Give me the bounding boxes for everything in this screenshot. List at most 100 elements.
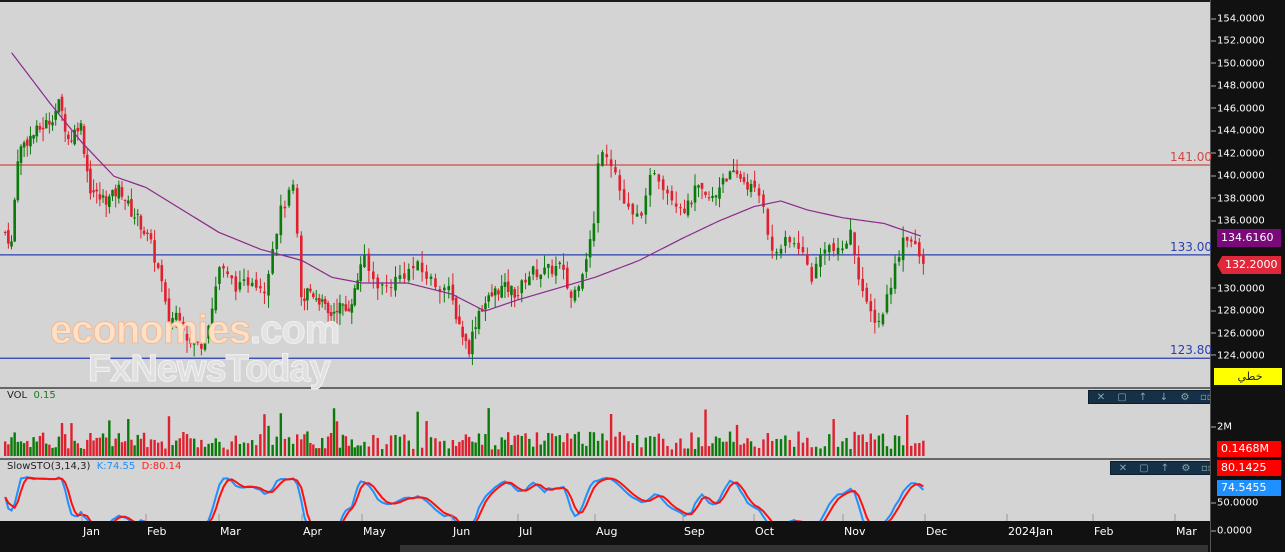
volume-bar bbox=[114, 438, 117, 456]
price-axis[interactable]: 154.0000 152.0000 150.0000 148.0000 146.0000… bbox=[1210, 0, 1285, 552]
volume-bar bbox=[520, 435, 523, 456]
chart-type-button[interactable]: خطي bbox=[1214, 368, 1282, 385]
volume-tick: 2M bbox=[1211, 422, 1232, 433]
volume-bar bbox=[762, 439, 765, 456]
candle bbox=[160, 259, 164, 292]
candle bbox=[493, 286, 497, 308]
volume-bar bbox=[35, 441, 38, 456]
candle bbox=[801, 236, 805, 256]
candle bbox=[510, 285, 513, 307]
candle-body bbox=[797, 242, 800, 249]
candle-body bbox=[704, 191, 707, 195]
candle bbox=[385, 274, 388, 293]
candle bbox=[841, 240, 844, 254]
candle-body bbox=[461, 326, 464, 338]
candle bbox=[275, 233, 279, 257]
candle-body bbox=[670, 190, 674, 201]
volume-bar bbox=[95, 437, 98, 456]
volume-bar bbox=[614, 436, 617, 456]
candle bbox=[901, 226, 905, 272]
candle-body bbox=[434, 278, 437, 288]
candle-body bbox=[338, 302, 342, 314]
volume-bar bbox=[547, 432, 550, 456]
candle bbox=[500, 274, 503, 299]
move-up-icon[interactable]: ↑ bbox=[1159, 463, 1171, 474]
candle bbox=[644, 187, 648, 224]
candle-body bbox=[749, 183, 753, 193]
candle bbox=[683, 199, 686, 215]
volume-bar bbox=[853, 431, 856, 456]
move-down-icon[interactable]: ↓ bbox=[1158, 392, 1170, 403]
candle-body bbox=[353, 288, 357, 306]
candle-body bbox=[101, 195, 105, 198]
candle-body bbox=[108, 196, 111, 208]
candle-body bbox=[329, 312, 333, 317]
close-icon[interactable]: ✕ bbox=[1117, 463, 1129, 474]
volume-bar bbox=[279, 413, 283, 456]
volume-bar bbox=[513, 435, 516, 456]
volume-bar bbox=[510, 445, 513, 456]
sto-panel-toolbar: ✕▢↑⚙▫▫▫ bbox=[1110, 461, 1221, 475]
candle-body bbox=[32, 135, 35, 139]
price-tick: 144.0000 bbox=[1211, 126, 1265, 137]
candle bbox=[142, 226, 146, 236]
volume-bar bbox=[666, 445, 669, 456]
volume-bar bbox=[739, 444, 742, 456]
volume-bar bbox=[471, 441, 474, 456]
volume-bar bbox=[889, 448, 893, 456]
candle-body bbox=[347, 308, 351, 312]
volume-bar bbox=[123, 441, 127, 456]
volume-bar bbox=[914, 443, 917, 456]
candle bbox=[679, 203, 682, 216]
candle bbox=[913, 229, 917, 245]
candle bbox=[539, 274, 543, 288]
candle-body bbox=[51, 122, 54, 126]
settings-icon[interactable]: ⚙ bbox=[1179, 392, 1191, 403]
candle-body bbox=[149, 233, 153, 240]
candle bbox=[806, 247, 809, 266]
candle-body bbox=[487, 295, 490, 302]
candle-body bbox=[622, 189, 626, 204]
volume-bar bbox=[721, 441, 725, 456]
chart-canvas[interactable] bbox=[0, 2, 1210, 530]
candle-body bbox=[845, 243, 848, 249]
volume-bar bbox=[693, 449, 697, 456]
candle bbox=[429, 273, 433, 286]
candle-body bbox=[22, 142, 26, 148]
candle bbox=[746, 173, 749, 196]
candle-body bbox=[218, 267, 221, 284]
candle bbox=[295, 184, 299, 238]
settings-icon[interactable]: ⚙ bbox=[1180, 463, 1192, 474]
candle bbox=[153, 229, 156, 272]
candle bbox=[562, 253, 565, 280]
candle-body bbox=[679, 207, 682, 209]
volume-bar bbox=[318, 448, 321, 456]
volume-bar bbox=[164, 448, 167, 456]
move-up-icon[interactable]: ↑ bbox=[1137, 392, 1149, 403]
volume-bar bbox=[885, 446, 889, 456]
candle-body bbox=[474, 327, 477, 329]
candle bbox=[749, 179, 753, 198]
candle bbox=[353, 284, 357, 307]
candle-body bbox=[291, 184, 295, 191]
candle bbox=[320, 294, 324, 308]
month-label: Nov bbox=[844, 525, 866, 538]
candle bbox=[133, 208, 136, 225]
chart-area[interactable] bbox=[0, 0, 1210, 530]
close-icon[interactable]: ✕ bbox=[1095, 392, 1107, 403]
volume-bar bbox=[690, 432, 693, 456]
maximize-icon[interactable]: ▢ bbox=[1138, 463, 1150, 474]
candle-body bbox=[13, 199, 16, 242]
month-label: Jun bbox=[453, 525, 471, 538]
maximize-icon[interactable]: ▢ bbox=[1116, 392, 1128, 403]
candle bbox=[314, 290, 318, 302]
candle bbox=[306, 287, 309, 311]
candle bbox=[640, 211, 643, 219]
candle bbox=[827, 243, 831, 261]
candle bbox=[889, 277, 893, 305]
horizontal-scrollbar[interactable] bbox=[400, 545, 1208, 552]
candle bbox=[718, 177, 721, 208]
candle-body bbox=[70, 140, 73, 142]
candle bbox=[707, 191, 711, 201]
candle-body bbox=[335, 310, 339, 313]
